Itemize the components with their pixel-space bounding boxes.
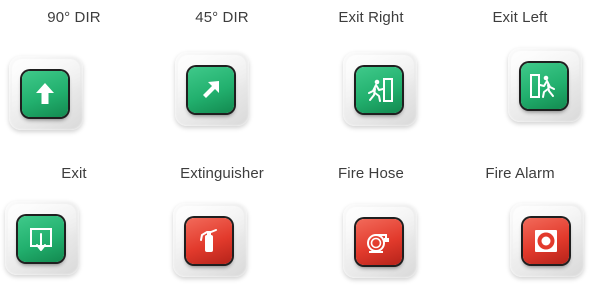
button-exit[interactable] [18, 216, 64, 262]
button-extinguisher[interactable] [186, 218, 232, 264]
button-fire-alarm[interactable] [523, 218, 569, 264]
button-exit-left[interactable] [521, 63, 567, 109]
button-card-exit: Exit [0, 148, 148, 296]
button-card-extinguisher: Extinguisher [148, 148, 296, 296]
button-fire-hose[interactable] [356, 219, 402, 265]
fire-hose-icon [367, 234, 389, 253]
arrow-up-icon [36, 83, 54, 104]
button-card-exit-left: Exit Left [446, 0, 594, 148]
button-card-45-dir: 45° DIR [148, 0, 296, 148]
button-card-exit-right: Exit Right [297, 0, 445, 148]
button-90-dir[interactable] [22, 71, 68, 117]
fire-alarm-icon [535, 230, 557, 252]
button-card-fire-hose: Fire Hose [297, 148, 445, 296]
button-card-fire-alarm: Fire Alarm [446, 148, 594, 296]
button-label: Fire Hose [338, 165, 404, 182]
button-plate [5, 201, 79, 275]
exit-icon [30, 228, 52, 251]
button-label: Exit Right [338, 9, 404, 26]
button-plate [510, 203, 584, 277]
button-catalog-grid: 90° DIR 45° DIR Exit Right Exit Left Exi… [0, 0, 594, 297]
button-45-dir[interactable] [188, 67, 234, 113]
arrow-up-right-icon [203, 81, 219, 98]
button-plate [175, 52, 249, 126]
button-exit-right[interactable] [356, 67, 402, 113]
button-plate [343, 204, 417, 278]
button-card-90-dir: 90° DIR [0, 0, 148, 148]
button-label: Exit [61, 165, 87, 182]
button-label: Fire Alarm [485, 165, 555, 182]
button-plate [9, 56, 83, 130]
button-label: 90° DIR [47, 9, 101, 26]
button-label: 45° DIR [195, 9, 249, 26]
exit-left-icon [530, 74, 555, 98]
button-plate [508, 48, 582, 122]
fire-extinguisher-icon [200, 229, 217, 252]
button-plate [343, 52, 417, 126]
button-label: Exit Left [492, 9, 548, 26]
button-plate [173, 203, 247, 277]
button-label: Extinguisher [180, 165, 264, 182]
exit-right-icon [368, 78, 393, 102]
